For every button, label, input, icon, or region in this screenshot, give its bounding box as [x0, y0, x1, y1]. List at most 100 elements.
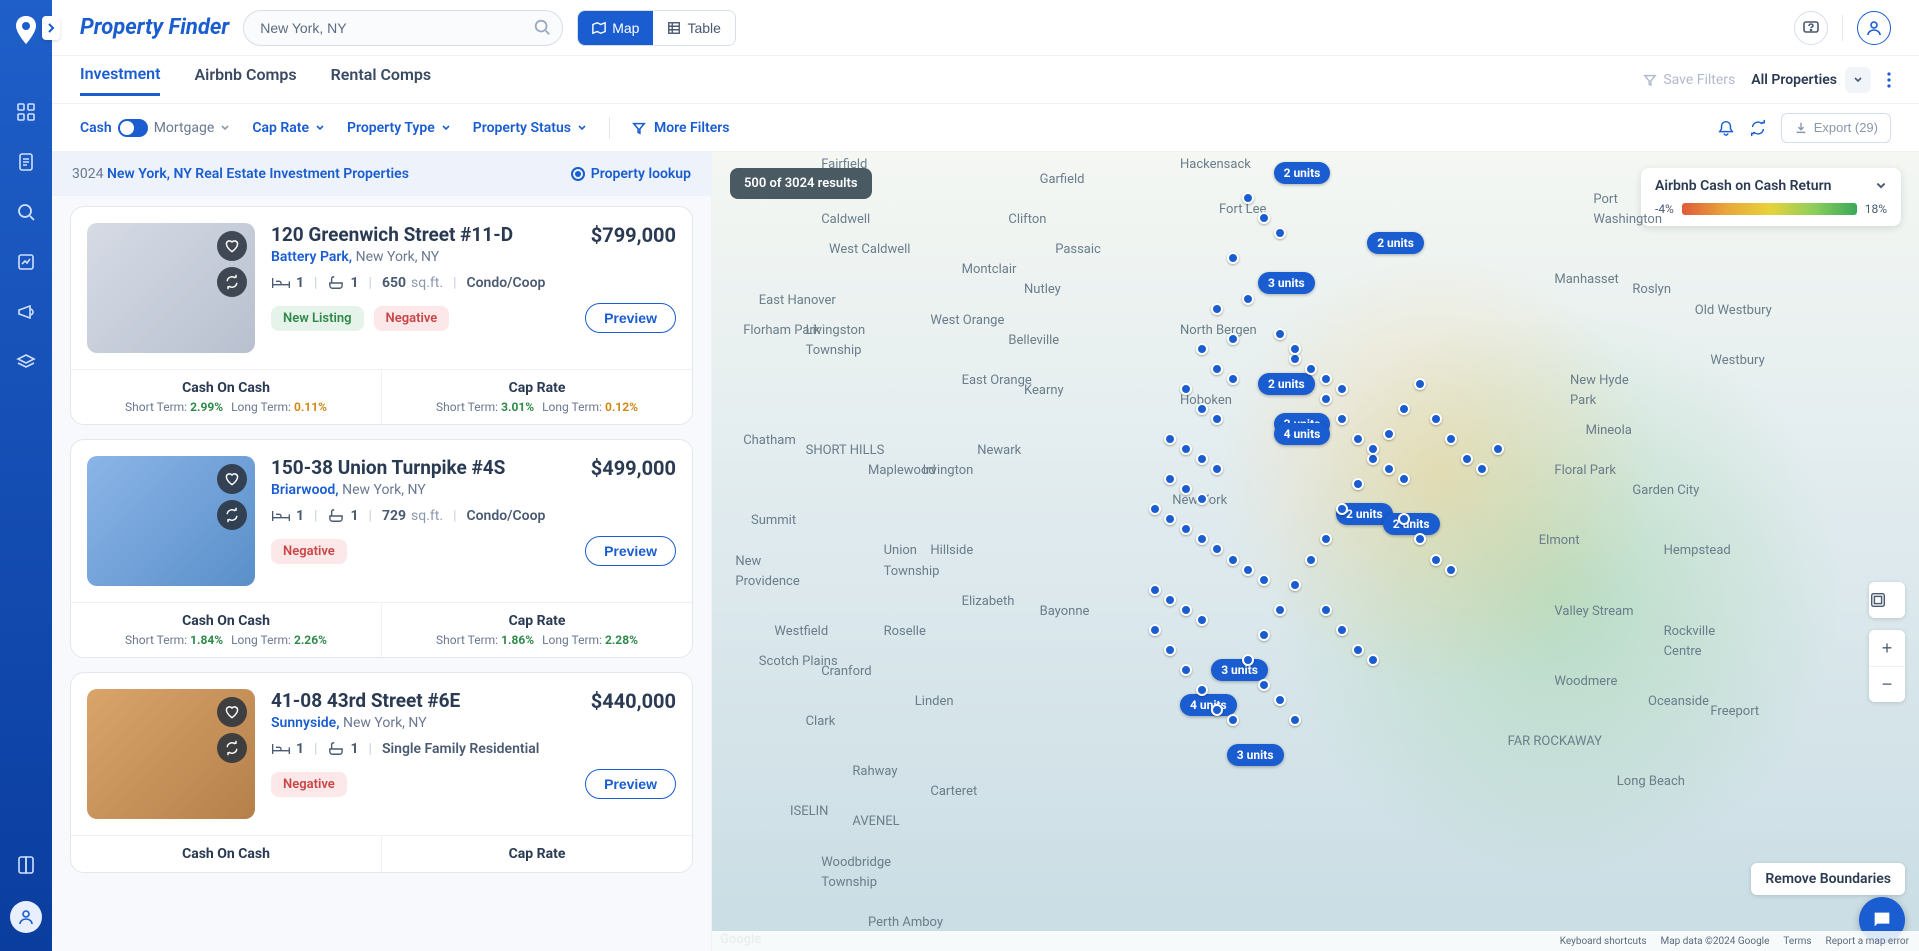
property-lookup-button[interactable]: Property lookup	[571, 166, 691, 182]
zoom-in-button[interactable]: +	[1869, 630, 1905, 666]
cap-rate-filter[interactable]: Cap Rate	[252, 120, 325, 136]
tab-investment[interactable]: Investment	[80, 64, 160, 96]
map-layers-button[interactable]	[1869, 582, 1905, 618]
property-thumbnail[interactable]	[87, 456, 255, 586]
map-marker[interactable]	[1258, 629, 1270, 641]
map-marker[interactable]	[1367, 654, 1379, 666]
map-marker[interactable]	[1180, 604, 1192, 616]
map-marker[interactable]	[1352, 433, 1364, 445]
map[interactable]: 500 of 3024 results Airbnb Cash on Cash …	[712, 152, 1919, 951]
map-marker[interactable]	[1196, 614, 1208, 626]
compare-button[interactable]	[217, 733, 247, 763]
book-icon[interactable]	[14, 853, 38, 877]
map-marker[interactable]	[1305, 363, 1317, 375]
map-marker[interactable]	[1258, 574, 1270, 586]
map-marker[interactable]	[1336, 383, 1348, 395]
terms-link[interactable]: Terms	[1783, 936, 1811, 947]
map-marker[interactable]	[1461, 453, 1473, 465]
map-marker[interactable]	[1430, 413, 1442, 425]
map-marker[interactable]	[1430, 554, 1442, 566]
map-marker[interactable]	[1258, 679, 1270, 691]
remove-boundaries-button[interactable]: Remove Boundaries	[1751, 863, 1905, 895]
property-thumbnail[interactable]	[87, 223, 255, 353]
help-button[interactable]	[1794, 11, 1828, 45]
search-icon[interactable]	[14, 200, 38, 224]
map-legend[interactable]: Airbnb Cash on Cash Return -4%18%	[1641, 168, 1901, 226]
cash-mortgage-toggle[interactable]: Cash Mortgage	[80, 119, 230, 137]
map-marker[interactable]	[1383, 463, 1395, 475]
map-marker[interactable]	[1180, 664, 1192, 676]
map-marker[interactable]	[1289, 343, 1301, 355]
map-unit-pill[interactable]: 4 units	[1180, 694, 1237, 716]
map-marker[interactable]	[1305, 554, 1317, 566]
map-marker[interactable]	[1180, 443, 1192, 455]
map-marker[interactable]	[1320, 604, 1332, 616]
preview-button[interactable]: Preview	[585, 303, 676, 333]
map-marker[interactable]	[1211, 363, 1223, 375]
layers-icon[interactable]	[14, 350, 38, 374]
favorite-button[interactable]	[217, 464, 247, 494]
user-avatar-button[interactable]	[10, 901, 42, 933]
map-unit-pill[interactable]: 4 units	[1274, 423, 1331, 445]
map-unit-pill[interactable]: 3 units	[1227, 744, 1284, 766]
map-marker[interactable]	[1336, 624, 1348, 636]
map-unit-pill[interactable]: 3 units	[1211, 659, 1268, 681]
search-icon[interactable]	[533, 18, 551, 36]
map-marker[interactable]	[1211, 303, 1223, 315]
map-marker[interactable]	[1242, 564, 1254, 576]
property-type-filter[interactable]: Property Type	[347, 120, 451, 136]
map-marker[interactable]	[1196, 453, 1208, 465]
expand-sidebar-button[interactable]	[42, 16, 60, 40]
favorite-button[interactable]	[217, 697, 247, 727]
map-marker[interactable]	[1227, 373, 1239, 385]
more-menu-button[interactable]	[1887, 72, 1891, 88]
report-error-link[interactable]: Report a map error	[1826, 936, 1909, 947]
table-view-button[interactable]: Table	[653, 11, 734, 45]
toggle-icon[interactable]	[118, 119, 148, 137]
megaphone-icon[interactable]	[14, 300, 38, 324]
favorite-button[interactable]	[217, 231, 247, 261]
map-marker[interactable]	[1274, 328, 1286, 340]
map-marker[interactable]	[1149, 624, 1161, 636]
tab-airbnb-comps[interactable]: Airbnb Comps	[194, 65, 296, 94]
zoom-out-button[interactable]: −	[1869, 666, 1905, 702]
property-card[interactable]: 41-08 43rd Street #6E $440,000 Sunnyside…	[70, 672, 693, 873]
map-marker[interactable]	[1196, 684, 1208, 696]
map-unit-pill[interactable]: 2 units	[1258, 373, 1315, 395]
map-marker[interactable]	[1352, 644, 1364, 656]
map-marker[interactable]	[1227, 554, 1239, 566]
compare-button[interactable]	[217, 500, 247, 530]
account-button[interactable]	[1857, 11, 1891, 45]
keyboard-shortcuts-link[interactable]: Keyboard shortcuts	[1560, 936, 1647, 947]
property-thumbnail[interactable]	[87, 689, 255, 819]
all-properties-dropdown[interactable]: All Properties	[1751, 67, 1871, 93]
grid-icon[interactable]	[14, 100, 38, 124]
document-icon[interactable]	[14, 150, 38, 174]
map-marker[interactable]	[1336, 413, 1348, 425]
map-marker[interactable]	[1196, 493, 1208, 505]
map-marker[interactable]	[1242, 293, 1254, 305]
bell-icon[interactable]	[1717, 119, 1735, 137]
map-marker[interactable]	[1227, 714, 1239, 726]
more-filters-button[interactable]: More Filters	[632, 120, 730, 136]
preview-button[interactable]: Preview	[585, 769, 676, 799]
map-marker[interactable]	[1149, 584, 1161, 596]
property-status-filter[interactable]: Property Status	[473, 120, 587, 136]
sync-icon[interactable]	[1749, 119, 1767, 137]
tab-rental-comps[interactable]: Rental Comps	[331, 65, 431, 94]
map-marker[interactable]	[1289, 579, 1301, 591]
map-marker[interactable]	[1274, 227, 1286, 239]
map-marker[interactable]	[1180, 383, 1192, 395]
property-card[interactable]: 120 Greenwich Street #11-D $799,000 Batt…	[70, 206, 693, 425]
map-marker[interactable]	[1196, 403, 1208, 415]
export-button[interactable]: Export (29)	[1781, 113, 1891, 143]
map-marker[interactable]	[1164, 594, 1176, 606]
map-view-button[interactable]: Map	[578, 11, 653, 45]
map-marker[interactable]	[1445, 564, 1457, 576]
map-marker[interactable]	[1383, 428, 1395, 440]
save-filters-button[interactable]: Save Filters	[1643, 72, 1735, 88]
map-unit-pill[interactable]: 3 units	[1258, 272, 1315, 294]
map-marker[interactable]	[1492, 443, 1504, 455]
map-unit-pill[interactable]: 2 units	[1383, 513, 1440, 535]
compare-button[interactable]	[217, 267, 247, 297]
